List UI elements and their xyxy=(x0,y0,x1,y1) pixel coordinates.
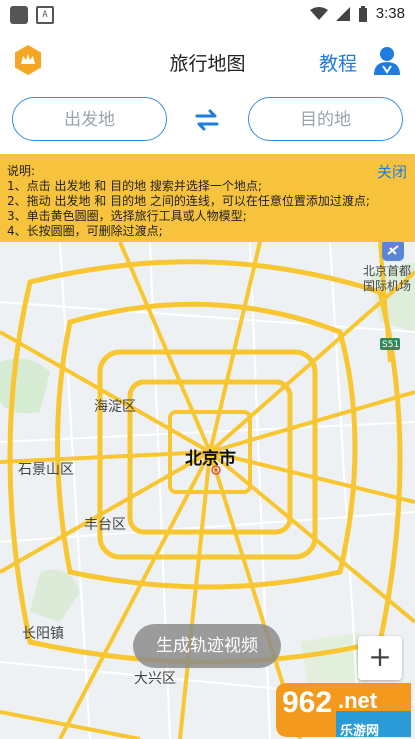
app-bar: 旅行地图 教程 xyxy=(0,32,415,90)
destination-input[interactable]: 目的地 xyxy=(248,97,403,141)
airport-label: 北京首都 xyxy=(363,264,412,278)
highway-label: S51 xyxy=(382,340,400,350)
clock: 3:38 xyxy=(375,5,405,22)
watermark-text: 乐游网 xyxy=(340,724,380,739)
district-label-daxing: 大兴区 xyxy=(134,671,176,687)
town-label-changyang: 长阳镇 xyxy=(22,626,64,642)
swap-icon[interactable] xyxy=(193,107,221,133)
watermark-net: .net xyxy=(338,688,378,713)
notification-icon xyxy=(10,6,28,24)
district-label-shijingshan: 石景山区 xyxy=(18,462,74,478)
tutorial-link[interactable]: 教程 xyxy=(319,49,357,76)
app-notification-icon: A xyxy=(36,6,54,24)
user-icon[interactable] xyxy=(371,44,403,76)
close-button[interactable]: 关闭 xyxy=(377,161,407,182)
district-label-haidian: 海淀区 xyxy=(94,399,136,415)
origin-input[interactable]: 出发地 xyxy=(12,97,167,141)
route-inputs: 出发地 目的地 xyxy=(0,90,415,154)
status-bar: A 3:38 xyxy=(0,0,415,32)
battery-icon xyxy=(358,5,367,22)
generate-video-button[interactable]: 生成轨迹视频 xyxy=(133,624,281,668)
instructions-banner: 说明: 关闭 1、点击 出发地 和 目的地 搜索并选择一个地点; 2、拖动 出发… xyxy=(0,154,415,242)
airport-label: 国际机场 xyxy=(363,279,412,293)
wifi-icon xyxy=(309,6,328,20)
city-label: 北京市 xyxy=(185,449,236,469)
watermark-number: 962 xyxy=(282,686,333,719)
district-label-fengtai: 丰台区 xyxy=(84,517,126,533)
signal-icon xyxy=(335,6,350,21)
instruction-line: 4、长按圆圈，可删除过渡点; xyxy=(7,224,163,238)
zoom-in-button[interactable]: + xyxy=(358,636,402,680)
